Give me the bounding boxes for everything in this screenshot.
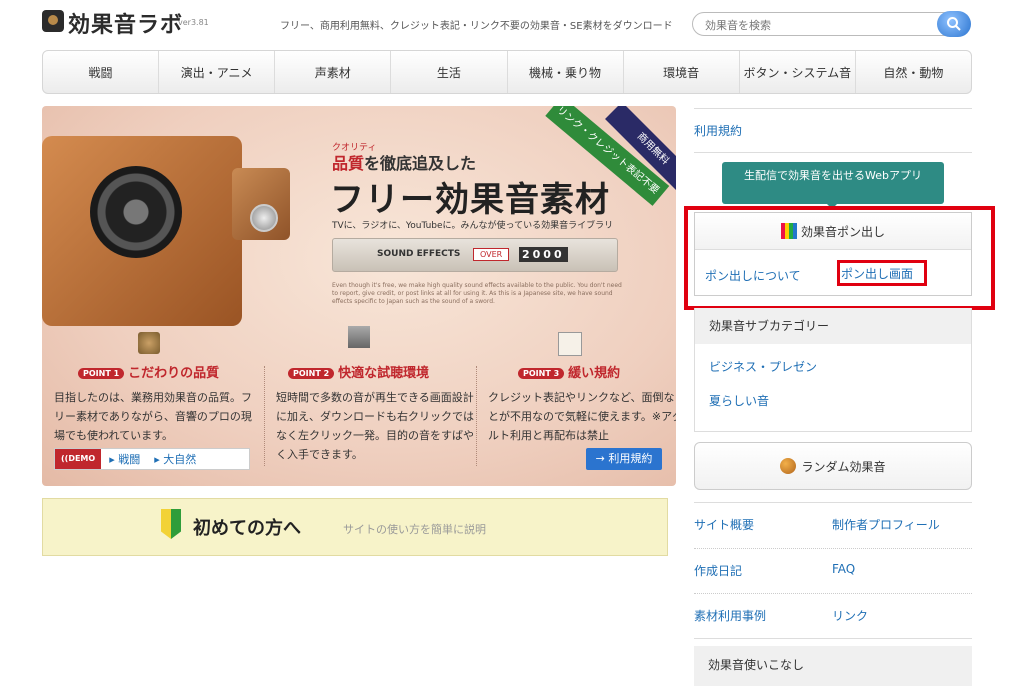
- speaker-cone-image: [90, 166, 182, 258]
- divider: [694, 548, 972, 549]
- point-1-title: こだわりの品質: [128, 366, 220, 381]
- logo-icon[interactable]: [42, 10, 64, 32]
- demo-link-nature[interactable]: ▸ 大自然: [154, 451, 196, 467]
- subcategory-title: 効果音サブカテゴリー: [695, 308, 971, 344]
- highlight-frame: [684, 206, 995, 310]
- hero-english-text: Even though it's free, we make high qual…: [332, 282, 622, 305]
- link-site-overview[interactable]: サイト概要: [694, 516, 754, 533]
- point-1-heading: POINT 1 こだわりの品質: [78, 362, 219, 381]
- hero-subtitle-highlight: 品質: [332, 154, 365, 173]
- point-1-body: 目指したのは、業務用効果音の品質。フリー素材でありながら、音響のプロの現場でも使…: [54, 391, 252, 442]
- link-links[interactable]: リンク: [832, 607, 868, 624]
- sfx-count: 2000: [519, 247, 568, 262]
- sfx-label: SOUND EFFECTS: [377, 249, 461, 259]
- speaker-knob-image: [250, 204, 278, 232]
- subcategory-link-business[interactable]: ビジネス・プレゼン: [709, 358, 817, 375]
- link-faq[interactable]: FAQ: [832, 562, 855, 576]
- point-3-heading: POINT 3 緩い規約: [518, 362, 620, 381]
- link-diary[interactable]: 作成日記: [694, 562, 742, 579]
- nav-item-life[interactable]: 生活: [391, 51, 508, 93]
- point-2-heading: POINT 2 快適な試聴環境: [288, 362, 429, 381]
- random-sound-label: ランダム効果音: [801, 459, 886, 474]
- hero-subtitle: 品質を徹底追及した: [332, 150, 476, 174]
- subcategory-box: 効果音サブカテゴリー ビジネス・プレゼン 夏らしい音: [694, 308, 972, 432]
- beginner-mark-icon: [161, 509, 181, 539]
- category-nav: 戦闘 演出・アニメ 声素材 生活 機械・乗り物 環境音 ボタン・システム音 自然…: [42, 50, 972, 94]
- site-logo[interactable]: 効果音ラボ: [68, 7, 183, 39]
- search-button[interactable]: [937, 11, 971, 37]
- hero-title: フリー効果音素材: [330, 180, 610, 220]
- nav-item-production-anime[interactable]: 演出・アニメ: [159, 51, 276, 93]
- search-box: [692, 11, 971, 37]
- search-icon: [947, 17, 961, 31]
- sfx-over-label: OVER: [473, 248, 510, 261]
- beginners-subtitle: サイトの使い方を簡単に説明: [343, 523, 486, 536]
- point-divider: [264, 366, 265, 466]
- nav-item-environment[interactable]: 環境音: [624, 51, 740, 93]
- point-2-body: 短時間で多数の音が再生できる画面設計に加え、ダウンロードも右クリックではなく左ク…: [276, 391, 474, 461]
- trumpet-icon: [138, 332, 160, 354]
- document-icon: [558, 332, 582, 356]
- demo-bar: ((DEMO ▸ 戦闘 ▸ 大自然: [54, 448, 250, 470]
- laptop-icon: [348, 326, 370, 348]
- link-author-profile[interactable]: 制作者プロフィール: [832, 516, 940, 533]
- nav-item-button-system[interactable]: ボタン・システム音: [740, 51, 856, 93]
- point-2-title: 快適な試聴環境: [338, 366, 430, 381]
- nav-item-battle[interactable]: 戦闘: [43, 51, 160, 93]
- link-usage-examples[interactable]: 素材利用事例: [694, 607, 766, 624]
- nav-item-voice[interactable]: 声素材: [275, 51, 392, 93]
- nav-item-machines-vehicles[interactable]: 機械・乗り物: [508, 51, 624, 93]
- stream-webapp-button[interactable]: 生配信で効果音を出せるWebアプリ: [722, 162, 944, 204]
- version-label: ver3.81: [178, 18, 209, 27]
- demo-link-battle[interactable]: ▸ 戦闘: [109, 451, 140, 467]
- hero-subtitle-rest: を徹底追及した: [364, 154, 477, 173]
- sidebar-tips-header[interactable]: 効果音使いこなし: [694, 646, 972, 686]
- demo-badge: ((DEMO: [55, 449, 102, 469]
- site-tagline: フリー、商用利用無料、クレジット表記・リンク不要の効果音・SE素材をダウンロード: [280, 21, 673, 32]
- divider: [694, 152, 972, 153]
- beginners-title: 初めての方へ: [193, 518, 301, 539]
- hero-banner: リンク・クレジット表記不要 商用無料 クオリティ 品質を徹底追及した フリー効果…: [42, 106, 676, 486]
- random-sound-button[interactable]: ランダム効果音: [694, 442, 972, 490]
- nav-item-nature-animals[interactable]: 自然・動物: [856, 51, 971, 93]
- random-icon: [780, 458, 797, 474]
- hero-description: TVに、ラジオに、YouTubeに。みんなが使っている効果音ライブラリ: [332, 221, 614, 231]
- point-3-title: 緩い規約: [568, 366, 621, 381]
- point-3-badge: POINT 3: [518, 368, 565, 379]
- point-2-badge: POINT 2: [288, 368, 335, 379]
- subcategory-link-summer[interactable]: 夏らしい音: [709, 392, 769, 409]
- divider: [694, 638, 972, 639]
- sound-effects-counter: SOUND EFFECTS OVER 2000: [332, 238, 618, 272]
- divider: [694, 108, 972, 109]
- highlight-frame-link: [837, 260, 927, 286]
- terms-button[interactable]: → 利用規約: [586, 448, 662, 470]
- beginners-banner[interactable]: 初めての方へ サイトの使い方を簡単に説明: [42, 498, 668, 556]
- divider: [694, 502, 972, 503]
- search-input[interactable]: [703, 16, 927, 34]
- point-3-body: クレジット表記やリンクなど、面倒なことが不用なので気軽に使えます。※アダルト利用…: [488, 391, 676, 442]
- sidebar-terms-link[interactable]: 利用規約: [694, 122, 742, 139]
- point-1-badge: POINT 1: [78, 368, 125, 379]
- divider: [694, 593, 972, 594]
